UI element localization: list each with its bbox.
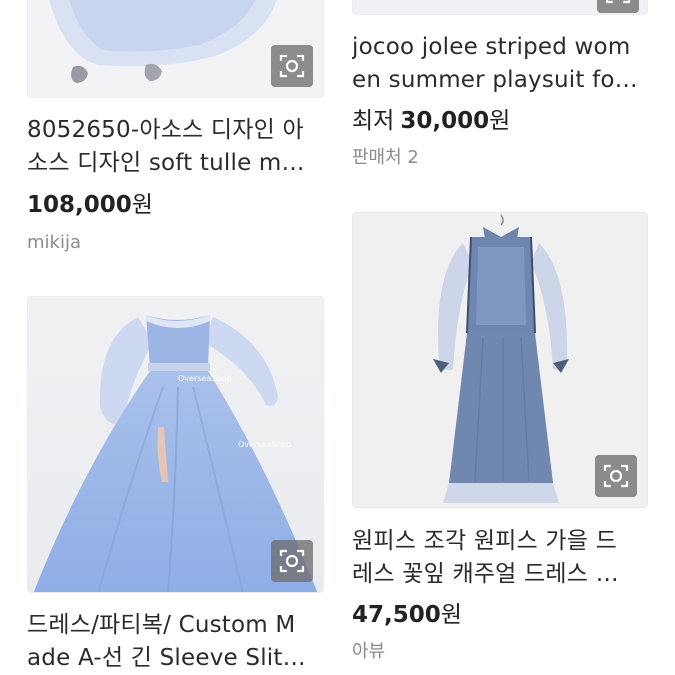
- price-prefix: 최저: [352, 108, 395, 134]
- product-title[interactable]: 원피스 조각 원피스 가을 드 레스 꽃잎 캐주얼 드레스 …: [352, 525, 652, 591]
- product-image[interactable]: OverseaShop OverseaShop: [27, 296, 324, 593]
- visual-search-button[interactable]: [271, 540, 313, 582]
- product-title[interactable]: jocoo jolee striped wom en summer playsu…: [352, 31, 652, 97]
- image-watermark: OverseaShop: [238, 440, 291, 449]
- product-title-line-1: 드레스/파티복/ Custom M: [27, 612, 296, 638]
- product-price: 47,500원: [352, 600, 462, 630]
- product-image[interactable]: [27, 0, 324, 98]
- price-amount: 30,000: [400, 108, 490, 134]
- price-amount: 47,500: [352, 602, 441, 628]
- image-watermark: OverseaShop: [178, 374, 231, 383]
- product-price: 최저 30,000원: [352, 106, 510, 136]
- seller-name[interactable]: 아뷰: [352, 640, 385, 664]
- visual-search-button[interactable]: [597, 0, 639, 13]
- product-title-line-1: 8052650-아소스 디자인 아: [27, 117, 304, 143]
- seller-count[interactable]: 판매처 2: [352, 146, 419, 170]
- price-currency: 원: [440, 602, 462, 628]
- visual-search-icon: [605, 0, 631, 4]
- product-title-line-2: en summer playsuit fo…: [352, 67, 638, 93]
- shopping-results-grid: 8052650-아소스 디자인 아 소스 디자인 soft tulle m… 1…: [0, 0, 675, 675]
- product-image[interactable]: [352, 0, 648, 15]
- product-title-line-2: 소스 디자인 soft tulle m…: [27, 150, 305, 176]
- seller-name[interactable]: mikija: [27, 231, 81, 255]
- product-image[interactable]: [352, 212, 648, 508]
- visual-search-button[interactable]: [271, 45, 313, 87]
- price-currency: 원: [489, 108, 511, 134]
- price-currency: 원: [131, 192, 153, 218]
- visual-search-button[interactable]: [595, 455, 637, 497]
- visual-search-icon: [279, 549, 305, 573]
- product-title[interactable]: 드레스/파티복/ Custom M ade A-선 긴 Sleeve Slit…: [27, 609, 327, 675]
- product-title[interactable]: 8052650-아소스 디자인 아 소스 디자인 soft tulle m…: [27, 114, 327, 180]
- product-title-line-2: 레스 꽃잎 캐주얼 드레스 …: [352, 561, 619, 587]
- visual-search-icon: [279, 54, 305, 78]
- product-title-line-2: ade A-선 긴 Sleeve Slit…: [27, 645, 306, 671]
- visual-search-icon: [603, 464, 629, 488]
- product-title-line-1: jocoo jolee striped wom: [352, 34, 631, 60]
- product-title-line-1: 원피스 조각 원피스 가을 드: [352, 528, 618, 554]
- price-amount: 108,000: [27, 192, 132, 218]
- product-price: 108,000원: [27, 190, 153, 220]
